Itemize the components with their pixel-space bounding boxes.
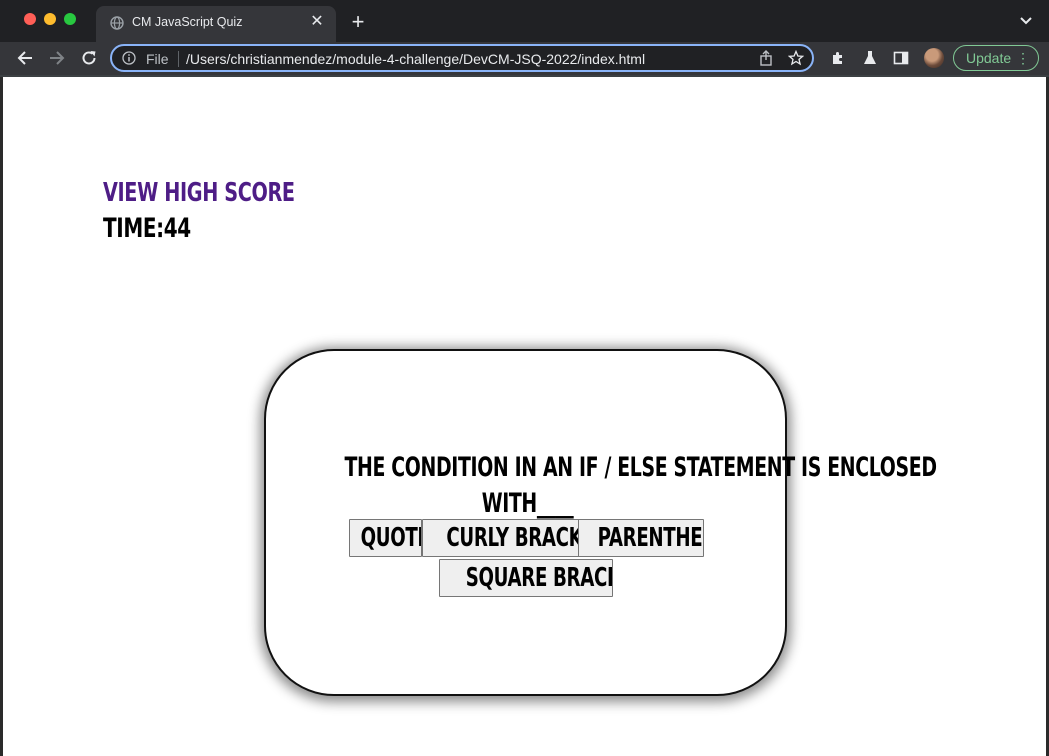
close-icon[interactable]: ✕ [308, 13, 326, 31]
window-edge-left [0, 77, 3, 756]
forward-arrow-icon[interactable] [48, 49, 66, 67]
plus-icon[interactable]: + [348, 10, 368, 34]
more-menu-icon[interactable]: ⋮ [1016, 46, 1030, 70]
timer: Time:44 [103, 213, 191, 244]
chevron-down-icon[interactable] [1019, 14, 1033, 28]
update-label: Update [966, 50, 1012, 66]
answer-label: quotes [360, 523, 421, 553]
globe-icon [110, 16, 124, 30]
quiz-card: The condition in an if / else statement … [264, 349, 937, 696]
back-arrow-icon[interactable] [16, 49, 34, 67]
browser-titlebar: CM JavaScript Quiz ✕ + [0, 0, 1049, 42]
view-high-score-link[interactable]: View High Score [103, 178, 295, 208]
address-bar[interactable]: File /Users/christianmendez/module-4-cha… [110, 44, 814, 72]
star-icon[interactable] [788, 50, 804, 66]
question-text: The condition in an if / else statement … [266, 450, 937, 522]
browser-tab[interactable]: CM JavaScript Quiz ✕ [96, 6, 336, 42]
timer-value: 44 [163, 213, 191, 244]
avatar[interactable] [924, 48, 944, 68]
answer-button-quotes[interactable]: quotes [349, 519, 422, 557]
answer-label: square brackets [465, 563, 612, 593]
browser-toolbar: File /Users/christianmendez/module-4-cha… [0, 42, 1049, 75]
answer-label: parenthesis [597, 523, 703, 553]
update-button[interactable]: Update ⋮ [953, 45, 1039, 71]
labs-flask-icon[interactable] [862, 50, 878, 66]
side-panel-icon[interactable] [893, 50, 909, 66]
omnibox-divider [178, 51, 179, 67]
file-scheme-label: File [146, 51, 169, 67]
answer-button-parenthesis[interactable]: parenthesis [578, 519, 704, 557]
close-window-button[interactable] [24, 13, 36, 25]
reload-icon[interactable] [80, 49, 98, 67]
info-icon[interactable] [122, 51, 136, 65]
maximize-window-button[interactable] [64, 13, 76, 25]
answer-label: curly brackets [446, 523, 579, 553]
share-icon[interactable] [758, 50, 774, 66]
answer-button-square-brackets[interactable]: square brackets [439, 559, 613, 597]
question-line: The condition in an if / else statement … [344, 452, 937, 483]
tab-title: CM JavaScript Quiz [132, 15, 243, 29]
timer-label: Time: [103, 213, 164, 244]
question-line: with____ [481, 488, 574, 519]
toolbar-divider [0, 75, 1049, 77]
minimize-window-button[interactable] [44, 13, 56, 25]
answer-button-curly-brackets[interactable]: curly brackets [422, 519, 580, 557]
url-text[interactable]: /Users/christianmendez/module-4-challeng… [186, 51, 645, 67]
extensions-icon[interactable] [830, 50, 846, 66]
